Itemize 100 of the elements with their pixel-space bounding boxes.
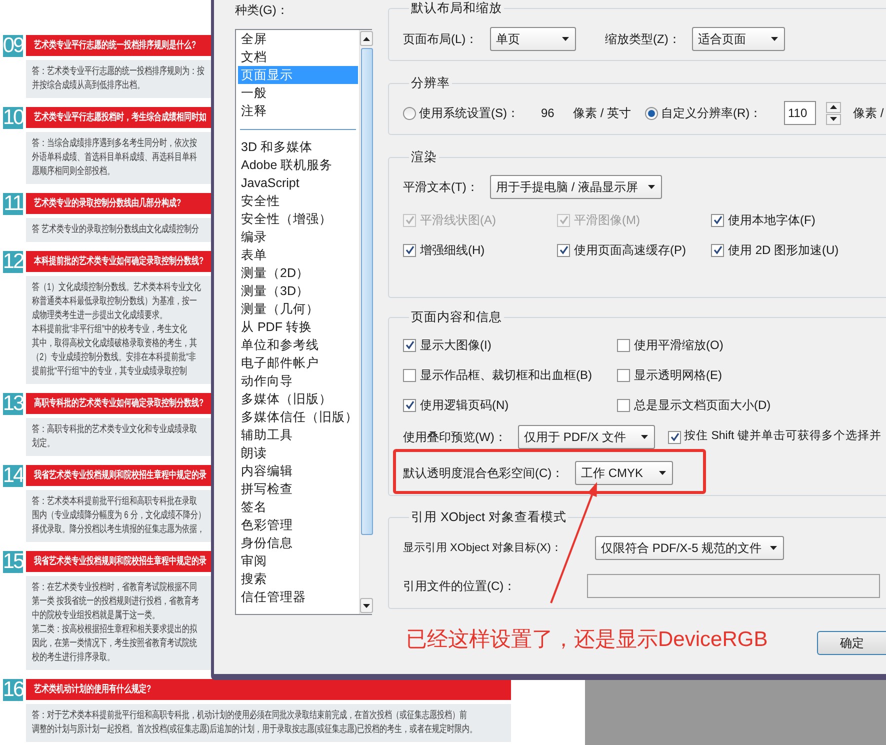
category-item[interactable]: 3D 和多媒体	[238, 138, 358, 156]
checkbox-label: 显示透明网格(E)	[634, 367, 722, 384]
answer-line: 答（1）文化成绩控制分数线。艺术类本科专业文化	[32, 281, 202, 295]
category-item[interactable]: 签名	[238, 498, 358, 516]
unit-label: 像素 /	[853, 105, 884, 122]
category-item[interactable]: 辅助工具	[238, 426, 358, 444]
number-badge: 16	[3, 679, 23, 701]
checkbox[interactable]	[403, 338, 416, 352]
category-item[interactable]: Adobe 联机服务	[238, 156, 358, 174]
number-field[interactable]: 110	[784, 101, 816, 125]
checkbox-label: 显示作品框、裁切框和出血框(B)	[420, 367, 592, 384]
category-item[interactable]: 编录	[238, 228, 358, 246]
checkbox[interactable]	[617, 398, 630, 412]
group-title: 渲染	[410, 149, 438, 165]
checkbox[interactable]	[403, 398, 416, 412]
checkbox-label: 使用 2D 图形加速(U)	[728, 242, 839, 259]
category-item[interactable]: 信任管理器	[238, 588, 358, 606]
dropdown[interactable]: 单页	[490, 27, 576, 51]
number-badge: 10	[3, 107, 23, 129]
radio-button[interactable]	[645, 106, 658, 120]
scroll-down-button[interactable]	[360, 598, 373, 613]
group-title: 默认布局和缩放	[410, 0, 503, 16]
scrollbar[interactable]	[359, 30, 373, 614]
caret-down-icon	[830, 117, 837, 121]
caret-down-icon	[659, 471, 666, 475]
category-item[interactable]: 搜索	[238, 570, 358, 588]
category-item[interactable]: 内容编辑	[238, 462, 358, 480]
answer-line: 因此，在第一类情况下，考生按照省教育考试院统	[32, 637, 197, 651]
dropdown[interactable]: 适合页面	[692, 27, 785, 51]
checkbox[interactable]	[617, 338, 630, 352]
group-title: 分辨率	[410, 75, 451, 91]
category-item[interactable]: 身份信息	[238, 534, 358, 552]
resolution-value: 96	[541, 105, 556, 122]
category-item[interactable]: 从 PDF 转换	[238, 318, 358, 336]
checkbox[interactable]	[403, 368, 416, 382]
checkbox[interactable]	[557, 244, 570, 256]
category-item[interactable]: 多媒体（旧版）	[238, 390, 358, 408]
checkbox-label: 平滑图像(M)	[574, 212, 640, 229]
caret-down-icon	[641, 435, 648, 439]
checkbox[interactable]	[617, 368, 630, 382]
scroll-thumb[interactable]	[360, 48, 372, 535]
category-item[interactable]: 审阅	[238, 552, 358, 570]
checkbox[interactable]	[711, 214, 724, 226]
answer-line: 外语单科成绩、首选科目单科成绩、再选科目单科	[32, 151, 197, 165]
caret-down-icon	[562, 37, 569, 41]
answer-line: 校的考生进行排序录取。	[32, 651, 114, 665]
category-item[interactable]: 测量（几何）	[238, 300, 358, 318]
answer-line: 答：当综合成绩排序遇到多名考生同分时，依次按	[32, 137, 197, 151]
answer-line: 第一类 按我省统一的投档规则进行投档，省教育考	[32, 595, 200, 609]
checkbox[interactable]	[403, 244, 416, 256]
radio-button[interactable]	[403, 106, 416, 120]
group-title: 页面内容和信息	[410, 309, 503, 325]
answer-line: 第二类：按高校根据招生章程和相关要求提出的拟	[32, 623, 197, 637]
annotation-text: 已经这样设置了，还是显示DeviceRGB	[406, 627, 768, 653]
checkbox-label: 使用平滑缩放(O)	[634, 337, 724, 354]
checkbox-label: 显示大图像(I)	[420, 337, 492, 354]
checkbox-label: 使用本地字体(F)	[728, 212, 816, 229]
category-item[interactable]: 单位和参考线	[238, 336, 358, 354]
spin-up-button[interactable]	[826, 102, 841, 112]
dropdown[interactable]: 用于手提电脑 / 液晶显示屏	[490, 175, 662, 199]
dropdown[interactable]: 工作 CMYK	[575, 461, 673, 485]
checkbox-label: 平滑线状图(A)	[420, 212, 496, 229]
answer-line: 答：对于艺术类本科提前批平行组和高职专科批，机动计划的使用必须在同批次录取结束前完成，在首次投档（或征集志愿投档）前	[32, 709, 467, 723]
checkbox[interactable]	[711, 244, 724, 256]
category-item[interactable]: 一般	[238, 84, 358, 102]
caret-up-icon	[830, 105, 837, 109]
caret-down-icon	[770, 546, 777, 550]
spin-down-button[interactable]	[826, 114, 841, 124]
category-item[interactable]: 安全性	[238, 192, 358, 210]
answer-line: 答：艺术类专业平行志愿的统一投档排序规则为：按	[32, 65, 204, 79]
category-item[interactable]: 电子邮件帐户	[238, 354, 358, 372]
answer-line: 答 艺术类专业的录取控制分数线由文化成绩控制分	[32, 223, 200, 237]
dropdown[interactable]: 仅限符合 PDF/X-5 规范的文件	[595, 536, 784, 560]
number-badge: 09	[3, 35, 23, 57]
answer-line: 愿顺序相同则全部投档。	[32, 165, 114, 179]
category-item[interactable]: JavaScript	[238, 174, 358, 192]
answer-line: 其中，取得高校文化成绩破格录取资格的考生，其	[32, 337, 197, 351]
scroll-up-button[interactable]	[360, 31, 373, 46]
category-item[interactable]: 测量（3D）	[238, 282, 358, 300]
radio-label: 自定义分辨率(R)：	[661, 105, 763, 122]
answer-line: 答：艺术类本科提前批平行组和高职专科批在录取	[32, 495, 197, 509]
answer-line: 择优录取。降分投档以考生填报的征集志愿为依据，	[32, 523, 204, 537]
number-badge: 15	[3, 551, 23, 573]
ok-button[interactable]: 确定	[817, 631, 886, 655]
dropdown[interactable]: 仅用于 PDF/X 文件	[518, 425, 655, 449]
checkbox[interactable]	[668, 430, 681, 444]
caret-down-icon	[771, 37, 778, 41]
category-item[interactable]: 色彩管理	[238, 516, 358, 534]
answer-line: 称普通类本科最低录取控制分数线）为基准，按一	[32, 295, 197, 309]
category-item[interactable]: 朗读	[238, 444, 358, 462]
checkbox-label: 使用页面高速缓存(P)	[574, 242, 686, 259]
answer-line: 本科提前批“非平行组”中的校考专业，考生文化	[32, 323, 187, 337]
answer-line: 中的院校专业组投档就是属于这一类。	[32, 609, 160, 623]
answer-line: 答：高职专科批的艺术类专业文化和专业成绩录取	[32, 423, 197, 437]
category-label: 种类(G)：	[235, 2, 290, 18]
number-badge: 11	[3, 193, 23, 215]
field-label: 引用文件的位置(C)：	[403, 578, 517, 595]
category-item[interactable]: 动作向导	[238, 372, 358, 390]
answer-line: 并按综合成绩从高到低排序出档。	[32, 79, 144, 93]
field-label: 缩放类型(Z)：	[605, 31, 682, 48]
